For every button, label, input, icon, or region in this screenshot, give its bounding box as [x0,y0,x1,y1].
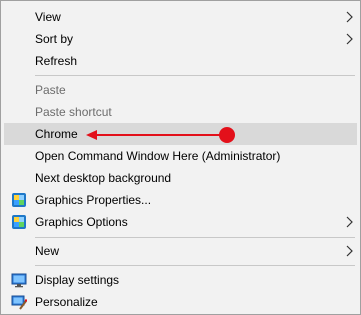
chevron-right-icon [346,245,353,257]
menu-item-label: Personalize [35,295,98,309]
desktop-context-menu: View Sort by Refresh Paste Paste shortcu… [0,0,361,315]
menu-separator [35,75,355,76]
menu-item-graphics-properties[interactable]: Graphics Properties... [4,189,357,211]
menu-item-label: Graphics Properties... [35,193,152,207]
chevron-right-icon [346,33,353,45]
personalize-paintbrush-icon [11,295,27,310]
menu-item-label: Sort by [35,32,74,46]
menu-item-label: Paste shortcut [35,105,112,119]
menu-item-chrome[interactable]: Chrome [4,123,357,145]
menu-item-label: Paste [35,83,66,97]
chevron-right-icon [346,11,353,23]
menu-item-label: Refresh [35,54,78,68]
display-monitor-icon [11,273,27,288]
menu-item-paste-shortcut[interactable]: Paste shortcut [4,101,357,123]
menu-item-paste[interactable]: Paste [4,79,357,101]
intel-graphics-icon [12,215,26,229]
menu-item-refresh[interactable]: Refresh [4,50,357,72]
menu-item-personalize[interactable]: Personalize [4,291,357,313]
menu-item-label: Graphics Options [35,215,128,229]
menu-item-graphics-options[interactable]: Graphics Options [4,211,357,233]
menu-separator [35,237,355,238]
menu-item-sort-by[interactable]: Sort by [4,28,357,50]
menu-item-label: View [35,10,61,24]
menu-item-label: Display settings [35,273,120,287]
menu-item-label: Next desktop background [35,171,172,185]
chevron-right-icon [346,216,353,228]
menu-item-label: New [35,244,60,258]
menu-separator [35,265,355,266]
menu-item-view[interactable]: View [4,6,357,28]
menu-item-label: Open Command Window Here (Administrator) [35,149,281,163]
menu-item-next-desktop-background[interactable]: Next desktop background [4,167,357,189]
menu-item-open-command-window[interactable]: Open Command Window Here (Administrator) [4,145,357,167]
intel-graphics-icon [12,193,26,207]
menu-item-new[interactable]: New [4,240,357,262]
menu-item-display-settings[interactable]: Display settings [4,269,357,291]
menu-item-label: Chrome [35,127,78,141]
